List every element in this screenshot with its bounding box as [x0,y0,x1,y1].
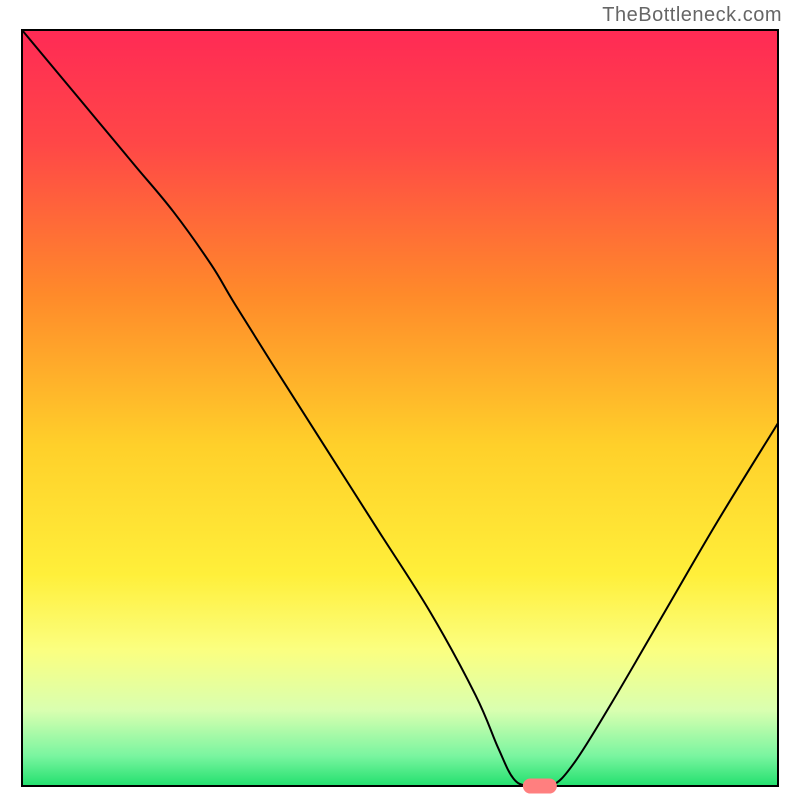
optimal-marker [523,778,557,793]
bottleneck-chart: TheBottleneck.com [0,0,800,800]
chart-svg [0,0,800,800]
gradient-background [22,30,778,786]
watermark-text: TheBottleneck.com [602,4,782,27]
